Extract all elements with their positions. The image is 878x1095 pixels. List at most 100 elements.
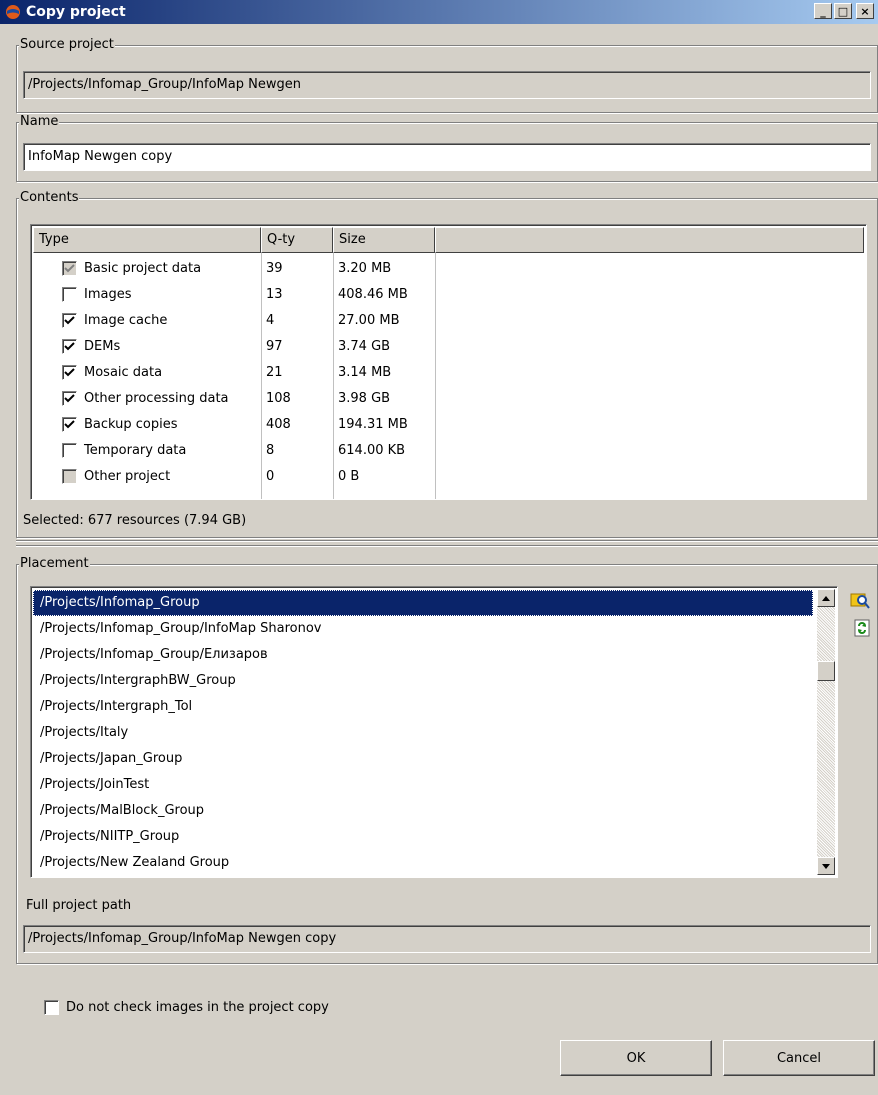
type-label: Images	[84, 286, 132, 302]
table-row: Basic project data 39 3.20 MB	[33, 255, 435, 281]
scroll-up-button[interactable]	[817, 589, 835, 607]
type-cell: Other project	[33, 468, 261, 484]
qty-cell: 39	[266, 260, 283, 276]
arrow-up-icon	[822, 595, 830, 601]
size-cell: 408.46 MB	[338, 286, 408, 302]
no-check-images-label: Do not check images in the project copy	[66, 1000, 329, 1015]
cancel-button[interactable]: Cancel	[723, 1040, 875, 1076]
search-folder-icon[interactable]	[850, 590, 870, 610]
list-item[interactable]: /Projects/IntergraphBW_Group	[33, 668, 813, 694]
list-item[interactable]: /Projects/MalBlock_Group	[33, 798, 813, 824]
maximize-button[interactable]: □	[834, 3, 852, 19]
size-cell: 3.74 GB	[338, 338, 391, 354]
full-path-label: Full project path	[26, 898, 132, 913]
qty-cell: 8	[266, 442, 275, 458]
size-cell: 3.98 GB	[338, 390, 391, 406]
list-item[interactable]: /Projects/Infomap_Group	[33, 590, 813, 616]
row-checkbox[interactable]	[62, 442, 77, 458]
arrow-down-icon	[822, 863, 830, 869]
row-checkbox[interactable]	[62, 312, 77, 328]
no-check-images-option[interactable]: Do not check images in the project copy	[44, 1000, 329, 1015]
title-bar[interactable]: Copy project _ □ ×	[0, 0, 878, 24]
minimize-button[interactable]: _	[814, 3, 832, 19]
column-header-qty[interactable]: Q-ty	[261, 227, 333, 253]
qty-cell: 21	[266, 364, 283, 380]
name-input[interactable]: InfoMap Newgen copy	[23, 143, 871, 171]
type-label: Temporary data	[84, 442, 187, 458]
refresh-icon[interactable]	[852, 618, 872, 638]
list-item[interactable]: /Projects/Intergraph_Tol	[33, 694, 813, 720]
contents-table: Type Q-ty Size Basic project data 39 3.20 …	[30, 224, 867, 500]
type-cell: Images	[33, 286, 261, 302]
qty-cell: 4	[266, 312, 275, 328]
source-project-field: /Projects/Infomap_Group/InfoMap Newgen	[23, 71, 871, 99]
table-row: Mosaic data 21 3.14 MB	[33, 359, 435, 385]
qty-cell: 97	[266, 338, 283, 354]
column-header-type[interactable]: Type	[33, 227, 261, 253]
table-row: Other processing data 108 3.98 GB	[33, 385, 435, 411]
row-checkbox	[62, 260, 77, 276]
full-path-field: /Projects/Infomap_Group/InfoMap Newgen c…	[23, 925, 871, 953]
row-checkbox[interactable]	[62, 364, 77, 380]
type-cell: Other processing data	[33, 390, 261, 406]
type-label: Other processing data	[84, 390, 229, 406]
type-label: Image cache	[84, 312, 168, 328]
type-cell: Backup copies	[33, 416, 261, 432]
selected-summary: Selected: 677 resources (7.94 GB)	[23, 513, 247, 528]
table-row: DEMs 97 3.74 GB	[33, 333, 435, 359]
qty-cell: 408	[266, 416, 291, 432]
type-label: Other project	[84, 468, 171, 484]
table-row: Backup copies 408 194.31 MB	[33, 411, 435, 437]
type-cell: DEMs	[33, 338, 261, 354]
type-cell: Image cache	[33, 312, 261, 328]
scroll-thumb[interactable]	[817, 661, 835, 681]
list-item[interactable]: /Projects/New Zealand Group	[33, 850, 813, 876]
app-icon	[4, 3, 22, 21]
type-label: Basic project data	[84, 260, 202, 276]
placement-legend: Placement	[19, 556, 90, 571]
row-checkbox	[62, 468, 77, 484]
row-checkbox[interactable]	[62, 338, 77, 354]
type-cell: Temporary data	[33, 442, 261, 458]
splitter-handle[interactable]	[16, 540, 878, 548]
ok-button[interactable]: OK	[560, 1040, 712, 1076]
type-label: DEMs	[84, 338, 121, 354]
column-header-size[interactable]: Size	[333, 227, 435, 253]
column-divider	[435, 253, 436, 499]
qty-cell: 108	[266, 390, 291, 406]
table-row: Images 13 408.46 MB	[33, 281, 435, 307]
type-cell: Basic project data	[33, 260, 261, 276]
placement-list[interactable]: /Projects/Infomap_Group/Projects/Infomap…	[30, 586, 838, 878]
table-row: Other project 0 0 B	[33, 463, 435, 489]
size-cell: 0 B	[338, 468, 360, 484]
row-checkbox[interactable]	[62, 416, 77, 432]
type-label: Backup copies	[84, 416, 178, 432]
list-item[interactable]: /Projects/NIITP_Group	[33, 824, 813, 850]
type-label: Mosaic data	[84, 364, 163, 380]
list-item[interactable]: /Projects/JoinTest	[33, 772, 813, 798]
type-cell: Mosaic data	[33, 364, 261, 380]
table-header: Type Q-ty Size	[33, 227, 864, 253]
close-button[interactable]: ×	[856, 3, 874, 19]
table-row: Temporary data 8 614.00 KB	[33, 437, 435, 463]
row-checkbox[interactable]	[62, 390, 77, 406]
window-title: Copy project	[26, 4, 126, 20]
list-item[interactable]: /Projects/Infomap_Group/Елизаров	[33, 642, 813, 668]
scroll-down-button[interactable]	[817, 857, 835, 875]
size-cell: 3.20 MB	[338, 260, 392, 276]
list-item[interactable]: /Projects/Italy	[33, 720, 813, 746]
table-row: Image cache 4 27.00 MB	[33, 307, 435, 333]
size-cell: 27.00 MB	[338, 312, 400, 328]
row-checkbox[interactable]	[62, 286, 77, 302]
qty-cell: 13	[266, 286, 283, 302]
size-cell: 194.31 MB	[338, 416, 408, 432]
placement-scrollbar[interactable]	[817, 589, 835, 875]
no-check-images-checkbox[interactable]	[44, 1000, 59, 1015]
list-item[interactable]: /Projects/Japan_Group	[33, 746, 813, 772]
source-project-legend: Source project	[19, 37, 115, 52]
size-cell: 3.14 MB	[338, 364, 392, 380]
list-item[interactable]: /Projects/Infomap_Group/InfoMap Sharonov	[33, 616, 813, 642]
column-header-empty	[435, 227, 864, 253]
size-cell: 614.00 KB	[338, 442, 406, 458]
name-legend: Name	[19, 114, 60, 129]
